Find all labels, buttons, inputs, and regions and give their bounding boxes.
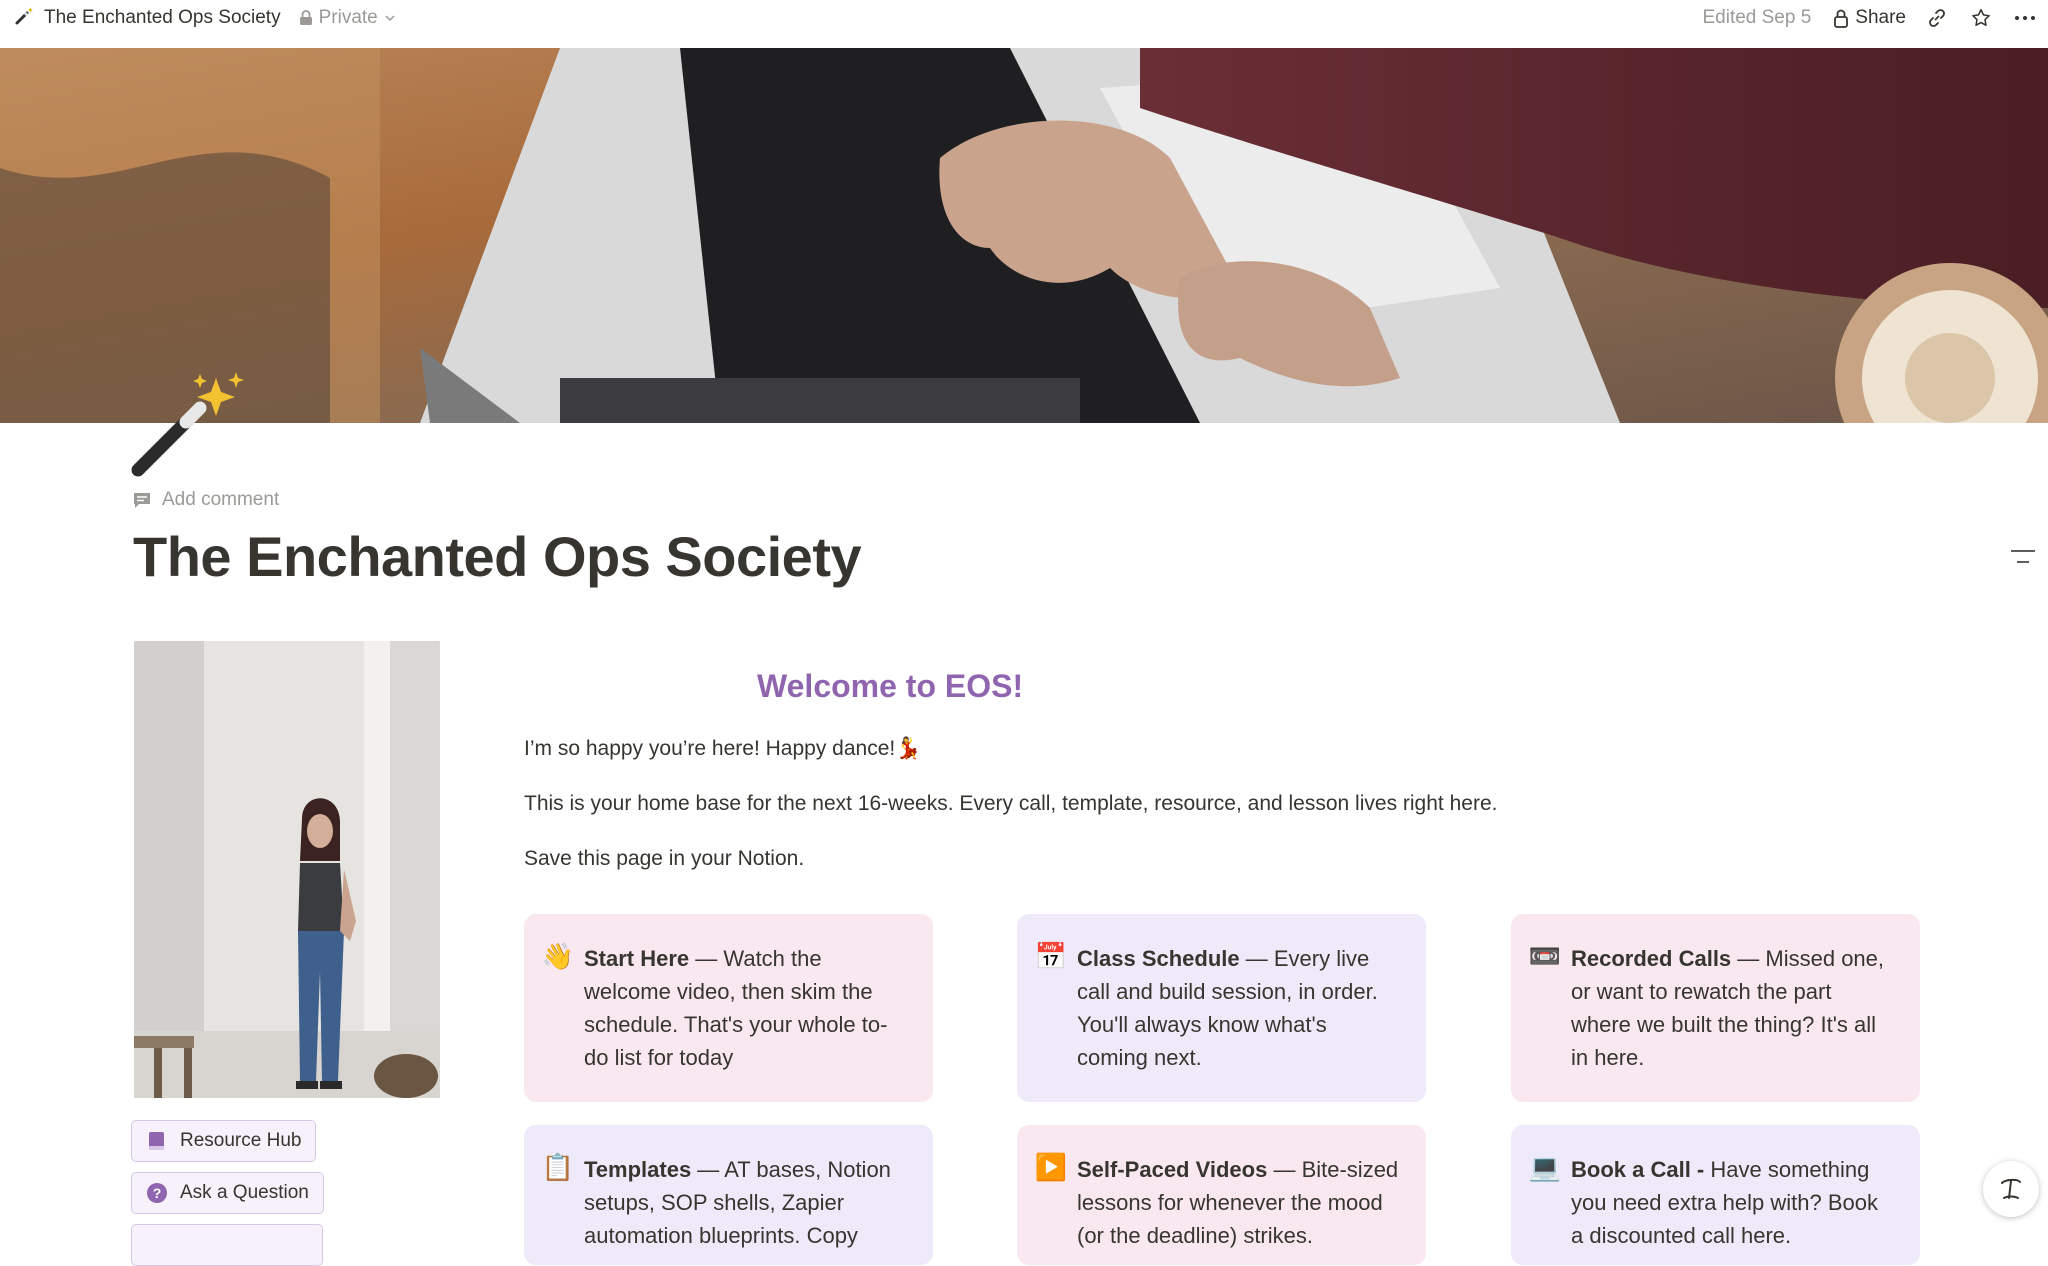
resource-hub-label: Resource Hub bbox=[180, 1130, 302, 1151]
home-base-paragraph: This is your home base for the next 16-w… bbox=[524, 792, 1498, 815]
breadcrumb: ✦ The Enchanted Ops Society Private bbox=[12, 0, 396, 36]
table-of-contents-toggle[interactable] bbox=[2011, 550, 2035, 572]
intro-paragraph: I’m so happy you’re here! Happy dance!💃 bbox=[524, 737, 922, 760]
laptop-icon: 💻 bbox=[1528, 1151, 1562, 1182]
copy-link-icon[interactable] bbox=[1924, 5, 1950, 31]
share-label: Share bbox=[1855, 7, 1906, 28]
card-start-here[interactable]: 👋 Start Here — Watch the welcome video, … bbox=[524, 914, 933, 1102]
chevron-down-icon bbox=[385, 15, 395, 22]
card-title: Start Here bbox=[584, 946, 690, 971]
ask-a-question-label: Ask a Question bbox=[180, 1182, 309, 1203]
share-button[interactable]: Share bbox=[1833, 7, 1906, 29]
welcome-heading: Welcome to EOS! bbox=[757, 668, 1024, 704]
notion-ai-icon bbox=[2001, 1178, 2021, 1199]
profile-photo bbox=[134, 641, 440, 1098]
page-title: The Enchanted Ops Society bbox=[133, 525, 862, 588]
card-title: Templates bbox=[584, 1157, 692, 1182]
waving-hand-icon: 👋 bbox=[541, 940, 575, 971]
svg-text:✦: ✦ bbox=[27, 6, 34, 15]
comment-icon bbox=[134, 493, 150, 508]
edited-timestamp: Edited Sep 5 bbox=[1702, 7, 1812, 28]
resource-hub-button[interactable]: Resource Hub bbox=[131, 1120, 317, 1162]
clipboard-icon: 📋 bbox=[541, 1151, 575, 1182]
top-bar: ✦ The Enchanted Ops Society Private Edit… bbox=[0, 0, 2048, 48]
magic-wand-icon: ✦ bbox=[12, 6, 36, 31]
lock-icon bbox=[299, 10, 312, 25]
videocassette-icon: 📼 bbox=[1528, 940, 1562, 971]
cover-image bbox=[0, 48, 2048, 423]
star-icon[interactable] bbox=[1968, 5, 1994, 31]
book-icon bbox=[149, 1132, 164, 1150]
calendar-icon: 📅 bbox=[1034, 940, 1068, 971]
save-page-paragraph: Save this page in your Notion. bbox=[524, 847, 805, 870]
card-title: Class Schedule bbox=[1077, 946, 1240, 971]
add-comment-button[interactable]: Add comment bbox=[132, 489, 279, 511]
ask-a-question-button[interactable]: ? Ask a Question bbox=[131, 1172, 324, 1214]
breadcrumb-page-title[interactable]: The Enchanted Ops Society bbox=[44, 7, 281, 29]
privacy-label: Private bbox=[318, 7, 378, 28]
card-class-schedule[interactable]: 📅 Class Schedule — Every live call and b… bbox=[1017, 914, 1426, 1102]
card-title: Book a Call - bbox=[1571, 1157, 1705, 1182]
privacy-menu[interactable]: Private bbox=[299, 7, 396, 29]
card-templates[interactable]: 📋 Templates — AT bases, Notion setups, S… bbox=[524, 1125, 933, 1265]
card-self-paced-videos[interactable]: ▶️ Self-Paced Videos — Bite-sized lesson… bbox=[1017, 1125, 1426, 1265]
question-icon: ? bbox=[147, 1183, 167, 1203]
play-button-icon: ▶️ bbox=[1034, 1151, 1068, 1182]
card-recorded-calls[interactable]: 📼 Recorded Calls — Missed one, or want t… bbox=[1511, 914, 1920, 1102]
lock-icon bbox=[1834, 9, 1849, 28]
sidebar-button-partial[interactable] bbox=[131, 1224, 323, 1266]
card-title: Recorded Calls bbox=[1571, 946, 1732, 971]
card-book-a-call[interactable]: 💻 Book a Call - Have something you need … bbox=[1511, 1125, 1920, 1265]
magic-wand-icon[interactable] bbox=[128, 370, 248, 480]
svg-text:?: ? bbox=[153, 1185, 162, 1201]
add-comment-label: Add comment bbox=[162, 489, 280, 510]
card-title: Self-Paced Videos bbox=[1077, 1157, 1268, 1182]
help-button[interactable] bbox=[1983, 1161, 2039, 1217]
more-options-icon[interactable] bbox=[2012, 5, 2038, 31]
